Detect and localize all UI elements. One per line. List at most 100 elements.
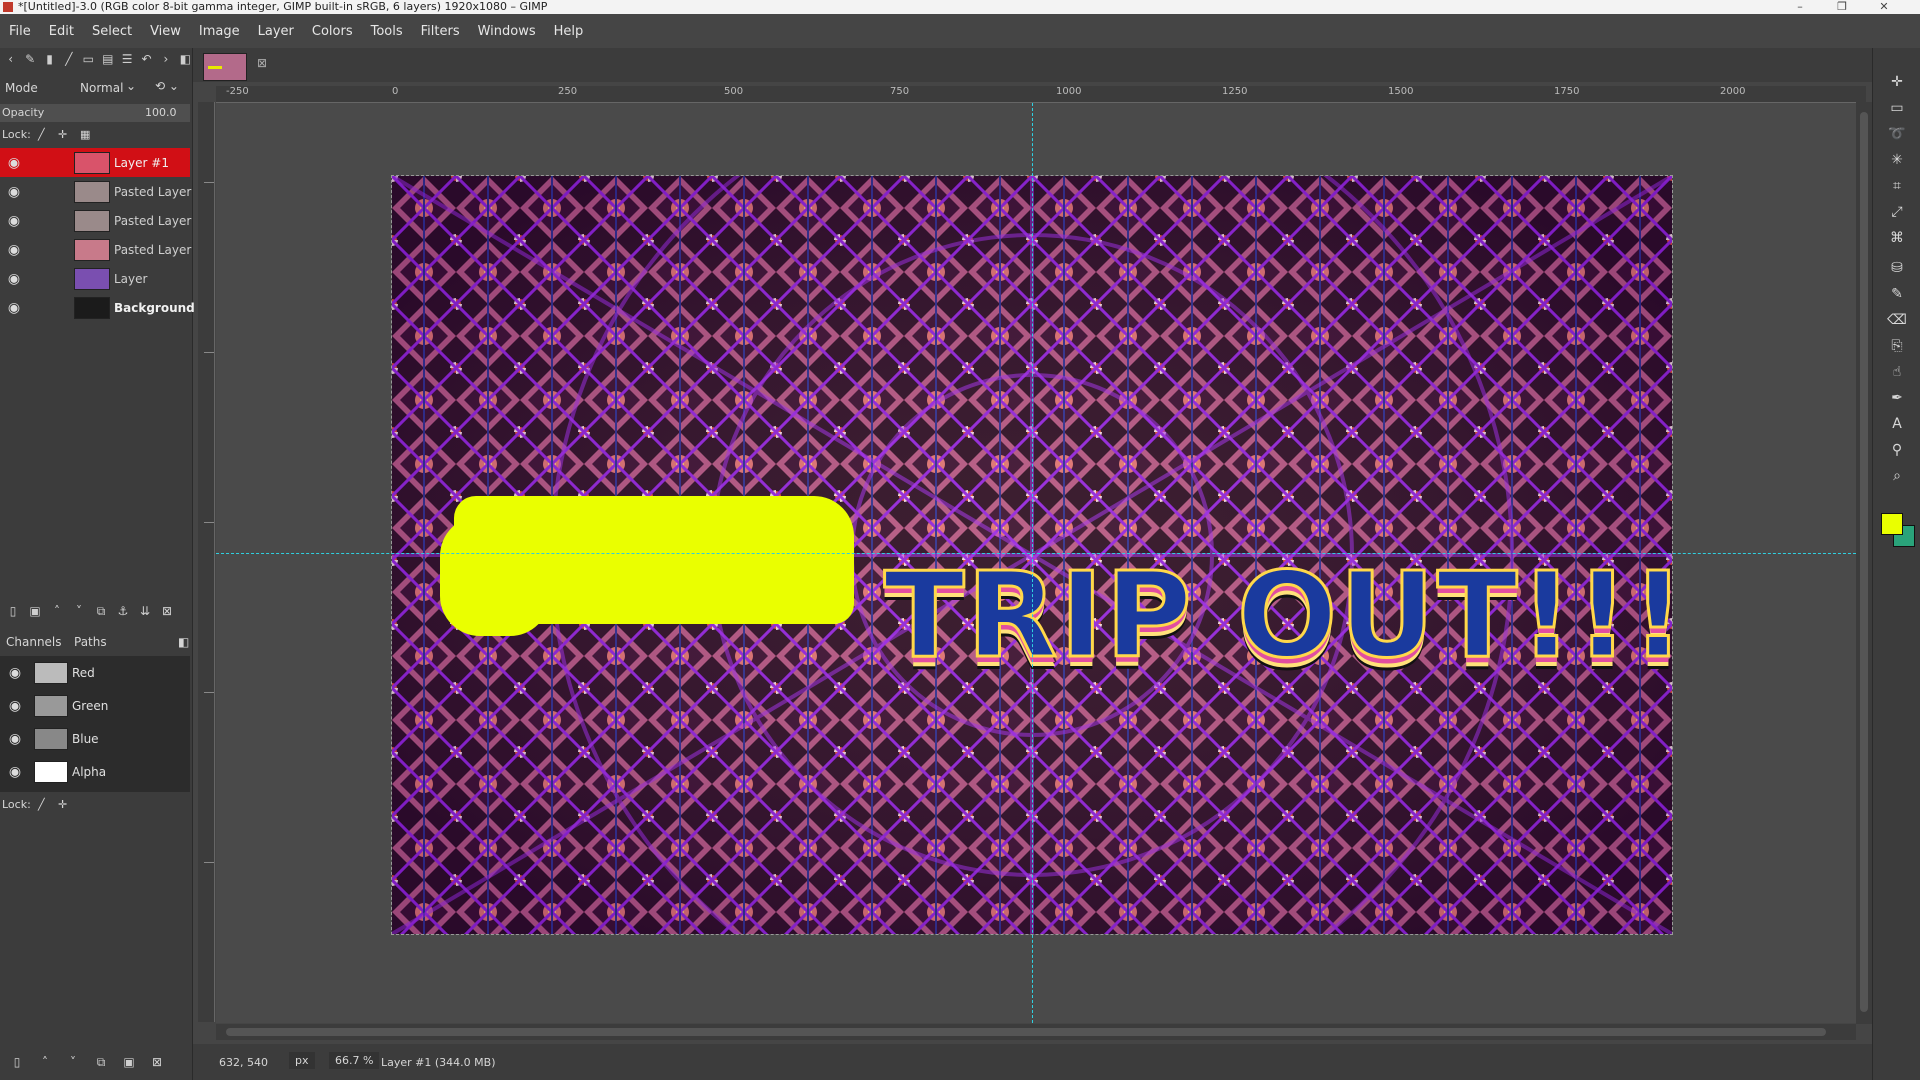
tab-channels[interactable]: Channels [2,635,66,649]
maximize-button[interactable]: ❐ [1822,0,1862,14]
paths-tool-icon[interactable]: ✒ [1887,388,1907,408]
layers-icon[interactable]: ▤ [99,50,116,68]
eye-icon[interactable]: ◉ [0,184,28,200]
lock-position-icon[interactable]: ✛ [58,798,67,811]
undo-icon[interactable]: ↶ [138,50,155,68]
menu-edit[interactable]: Edit [40,24,83,39]
smudge-tool-icon[interactable]: ☝ [1887,362,1907,382]
duplicate-channel-icon[interactable]: ⧉ [92,1053,110,1071]
anchor-layer-icon[interactable]: ⚓ [114,602,132,620]
eye-icon[interactable]: ◉ [0,155,28,171]
zoom-select[interactable]: 66.7 % [329,1052,380,1069]
eye-icon[interactable]: ◉ [0,764,30,780]
merge-layer-icon[interactable]: ⇊ [136,602,154,620]
menu-windows[interactable]: Windows [469,24,545,39]
zoom-tool-icon[interactable]: ⌕ [1887,466,1907,486]
fuzzy-select-tool-icon[interactable]: ✳ [1887,150,1907,170]
close-icon[interactable]: ⊠ [257,56,267,70]
layer-row[interactable]: ◉ Pasted Layer [0,177,191,206]
opacity-value[interactable]: 100.0 [145,106,177,119]
eye-icon[interactable]: ◉ [0,213,28,229]
transform-tool-icon[interactable]: ⤢ [1887,202,1907,222]
opacity-slider[interactable]: Opacity 100.0 [0,104,190,122]
layer-row[interactable]: ◉ Layer #1 [0,148,190,177]
color-picker-tool-icon[interactable]: ⚲ [1887,440,1907,460]
menu-view[interactable]: View [141,24,190,39]
menu-filters[interactable]: Filters [412,24,469,39]
text-tool-icon[interactable]: A [1887,414,1907,434]
clone-tool-icon[interactable]: ⎘ [1887,336,1907,356]
dock-menu-icon[interactable]: ◧ [177,50,194,68]
raise-layer-icon[interactable]: ˄ [48,602,66,620]
bucket-fill-tool-icon[interactable]: ⛁ [1887,258,1907,278]
lock-position-icon[interactable]: ✛ [58,128,67,141]
horizontal-ruler[interactable]: -250 0 250 500 750 1000 1250 1500 1750 2… [216,86,1866,103]
crop-tool-icon[interactable]: ⌗ [1887,176,1907,196]
image-tab[interactable] [203,53,247,81]
lock-pixels-icon[interactable]: ╱ [38,798,45,811]
eraser-tool-icon[interactable]: ⌫ [1887,310,1907,330]
minimize-button[interactable]: – [1780,0,1820,14]
pencil-icon[interactable]: ✎ [21,50,38,68]
eye-icon[interactable]: ◉ [0,665,30,681]
lock-alpha-icon[interactable]: ▦ [80,128,90,141]
layer-row[interactable]: ◉ Pasted Layer [0,235,191,264]
menu-select[interactable]: Select [83,24,141,39]
warp-tool-icon[interactable]: ⌘ [1887,228,1907,248]
list-icon[interactable]: ☰ [118,50,135,68]
eye-icon[interactable]: ◉ [0,731,30,747]
scrollbar-thumb[interactable] [226,1028,1826,1036]
vertical-ruler[interactable] [198,102,215,1022]
unit-select[interactable]: px [289,1052,315,1069]
scrollbar-thumb[interactable] [1860,112,1868,1012]
raise-channel-icon[interactable]: ˄ [36,1053,54,1071]
menu-layer[interactable]: Layer [249,24,303,39]
mode-select[interactable]: Normal [80,81,123,95]
vertical-scrollbar[interactable] [1856,102,1872,1024]
close-button[interactable]: ✕ [1864,0,1904,14]
eye-icon[interactable]: ◉ [0,300,28,316]
lock-pixels-icon[interactable]: ╱ [38,128,45,141]
tab-paths[interactable]: Paths [70,635,111,649]
lower-layer-icon[interactable]: ˅ [70,602,88,620]
eye-icon[interactable]: ◉ [0,271,28,287]
rectangle-icon[interactable]: ▭ [80,50,97,68]
channel-row[interactable]: ◉ Alpha [0,755,190,788]
paintbrush-tool-icon[interactable]: ✎ [1887,284,1907,304]
new-layer-icon[interactable]: ▣ [26,602,44,620]
move-tool-icon[interactable]: ✛ [1887,72,1907,92]
channel-row[interactable]: ◉ Green [0,689,190,722]
reset-mode-icon[interactable]: ⟲ ⌄ [155,79,179,93]
menu-tools[interactable]: Tools [362,24,412,39]
paintbrush-icon[interactable]: ╱ [60,50,77,68]
eye-icon[interactable]: ◉ [0,698,30,714]
foreground-color-swatch[interactable] [1881,513,1903,535]
vertical-guide[interactable] [1032,103,1033,1023]
layer-row[interactable]: ◉ Background [0,293,195,322]
dock-tab-menu-icon[interactable]: ◧ [174,635,193,649]
horizontal-guide[interactable] [216,553,1856,554]
chevron-right-icon[interactable]: › [157,50,174,68]
delete-layer-icon[interactable]: ⊠ [158,602,176,620]
channel-row[interactable]: ◉ Blue [0,722,190,755]
horizontal-scrollbar[interactable] [216,1024,1856,1040]
chevron-left-icon[interactable]: ‹ [2,50,19,68]
layer-row[interactable]: ◉ Layer [0,264,190,293]
new-layer-group-icon[interactable]: ▯ [4,602,22,620]
menu-colors[interactable]: Colors [303,24,362,39]
lasso-tool-icon[interactable]: ➰ [1887,124,1907,144]
duplicate-layer-icon[interactable]: ⧉ [92,602,110,620]
delete-channel-icon[interactable]: ⊠ [148,1053,166,1071]
eye-icon[interactable]: ◉ [0,242,28,258]
new-channel-icon[interactable]: ▯ [8,1053,26,1071]
lower-channel-icon[interactable]: ˅ [64,1053,82,1071]
rect-select-tool-icon[interactable]: ▭ [1887,98,1907,118]
channel-row[interactable]: ◉ Red [0,656,190,689]
channel-to-selection-icon[interactable]: ▣ [120,1053,138,1071]
chevron-down-icon[interactable]: ⌄ [126,79,136,93]
menu-file[interactable]: File [0,24,40,39]
menu-help[interactable]: Help [545,24,593,39]
layer-row[interactable]: ◉ Pasted Layer [0,206,191,235]
canvas-area[interactable]: TRIP OUT!!! [216,103,1856,1023]
menu-image[interactable]: Image [190,24,249,39]
